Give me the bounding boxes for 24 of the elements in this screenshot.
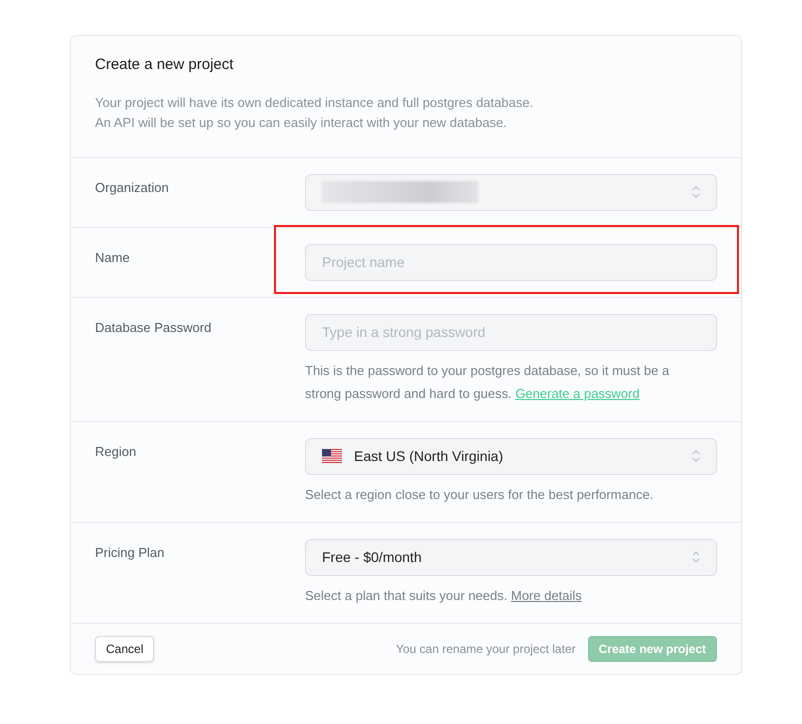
select-value: Free - $0/month [322, 548, 422, 567]
field-label: Organization [95, 180, 169, 194]
field-label: Name [95, 250, 130, 264]
help-text: This is the password to your postgres database, so it must be a strong password and hard to guess. Generate a password [305, 362, 670, 403]
dialog-title: Create a new project [95, 55, 234, 75]
text-field[interactable]: Project name [305, 244, 717, 280]
help-text: Select a region close to your users for the best performance. [305, 486, 654, 504]
select-field[interactable] [305, 174, 717, 210]
field-label: Database Password [95, 320, 212, 334]
chevron-updown-icon [692, 449, 700, 463]
help-text: Select a plan that suits your needs. More details [305, 586, 583, 605]
field-label: Pricing Plan [95, 544, 164, 560]
field-label: Region [95, 444, 136, 458]
select-value: East US (North Virginia) [354, 447, 504, 466]
cancel-button[interactable]: Cancel [95, 636, 154, 662]
description-text: An API will be set up so you can easily interact with your new database. [95, 114, 508, 132]
footer-note: You can rename your project later [396, 640, 576, 658]
text-field[interactable]: Type in a strong password [305, 314, 717, 350]
description-text: Your project will have its own dedicated instance and full postgres database. [95, 94, 534, 112]
select-field[interactable]: East US (North Virginia) [305, 438, 717, 474]
chevron-updown-icon [692, 185, 700, 199]
help-link[interactable]: More details [510, 588, 582, 602]
select-field[interactable]: Free - $0/month [305, 538, 717, 576]
chevron-updown-icon [692, 550, 700, 564]
